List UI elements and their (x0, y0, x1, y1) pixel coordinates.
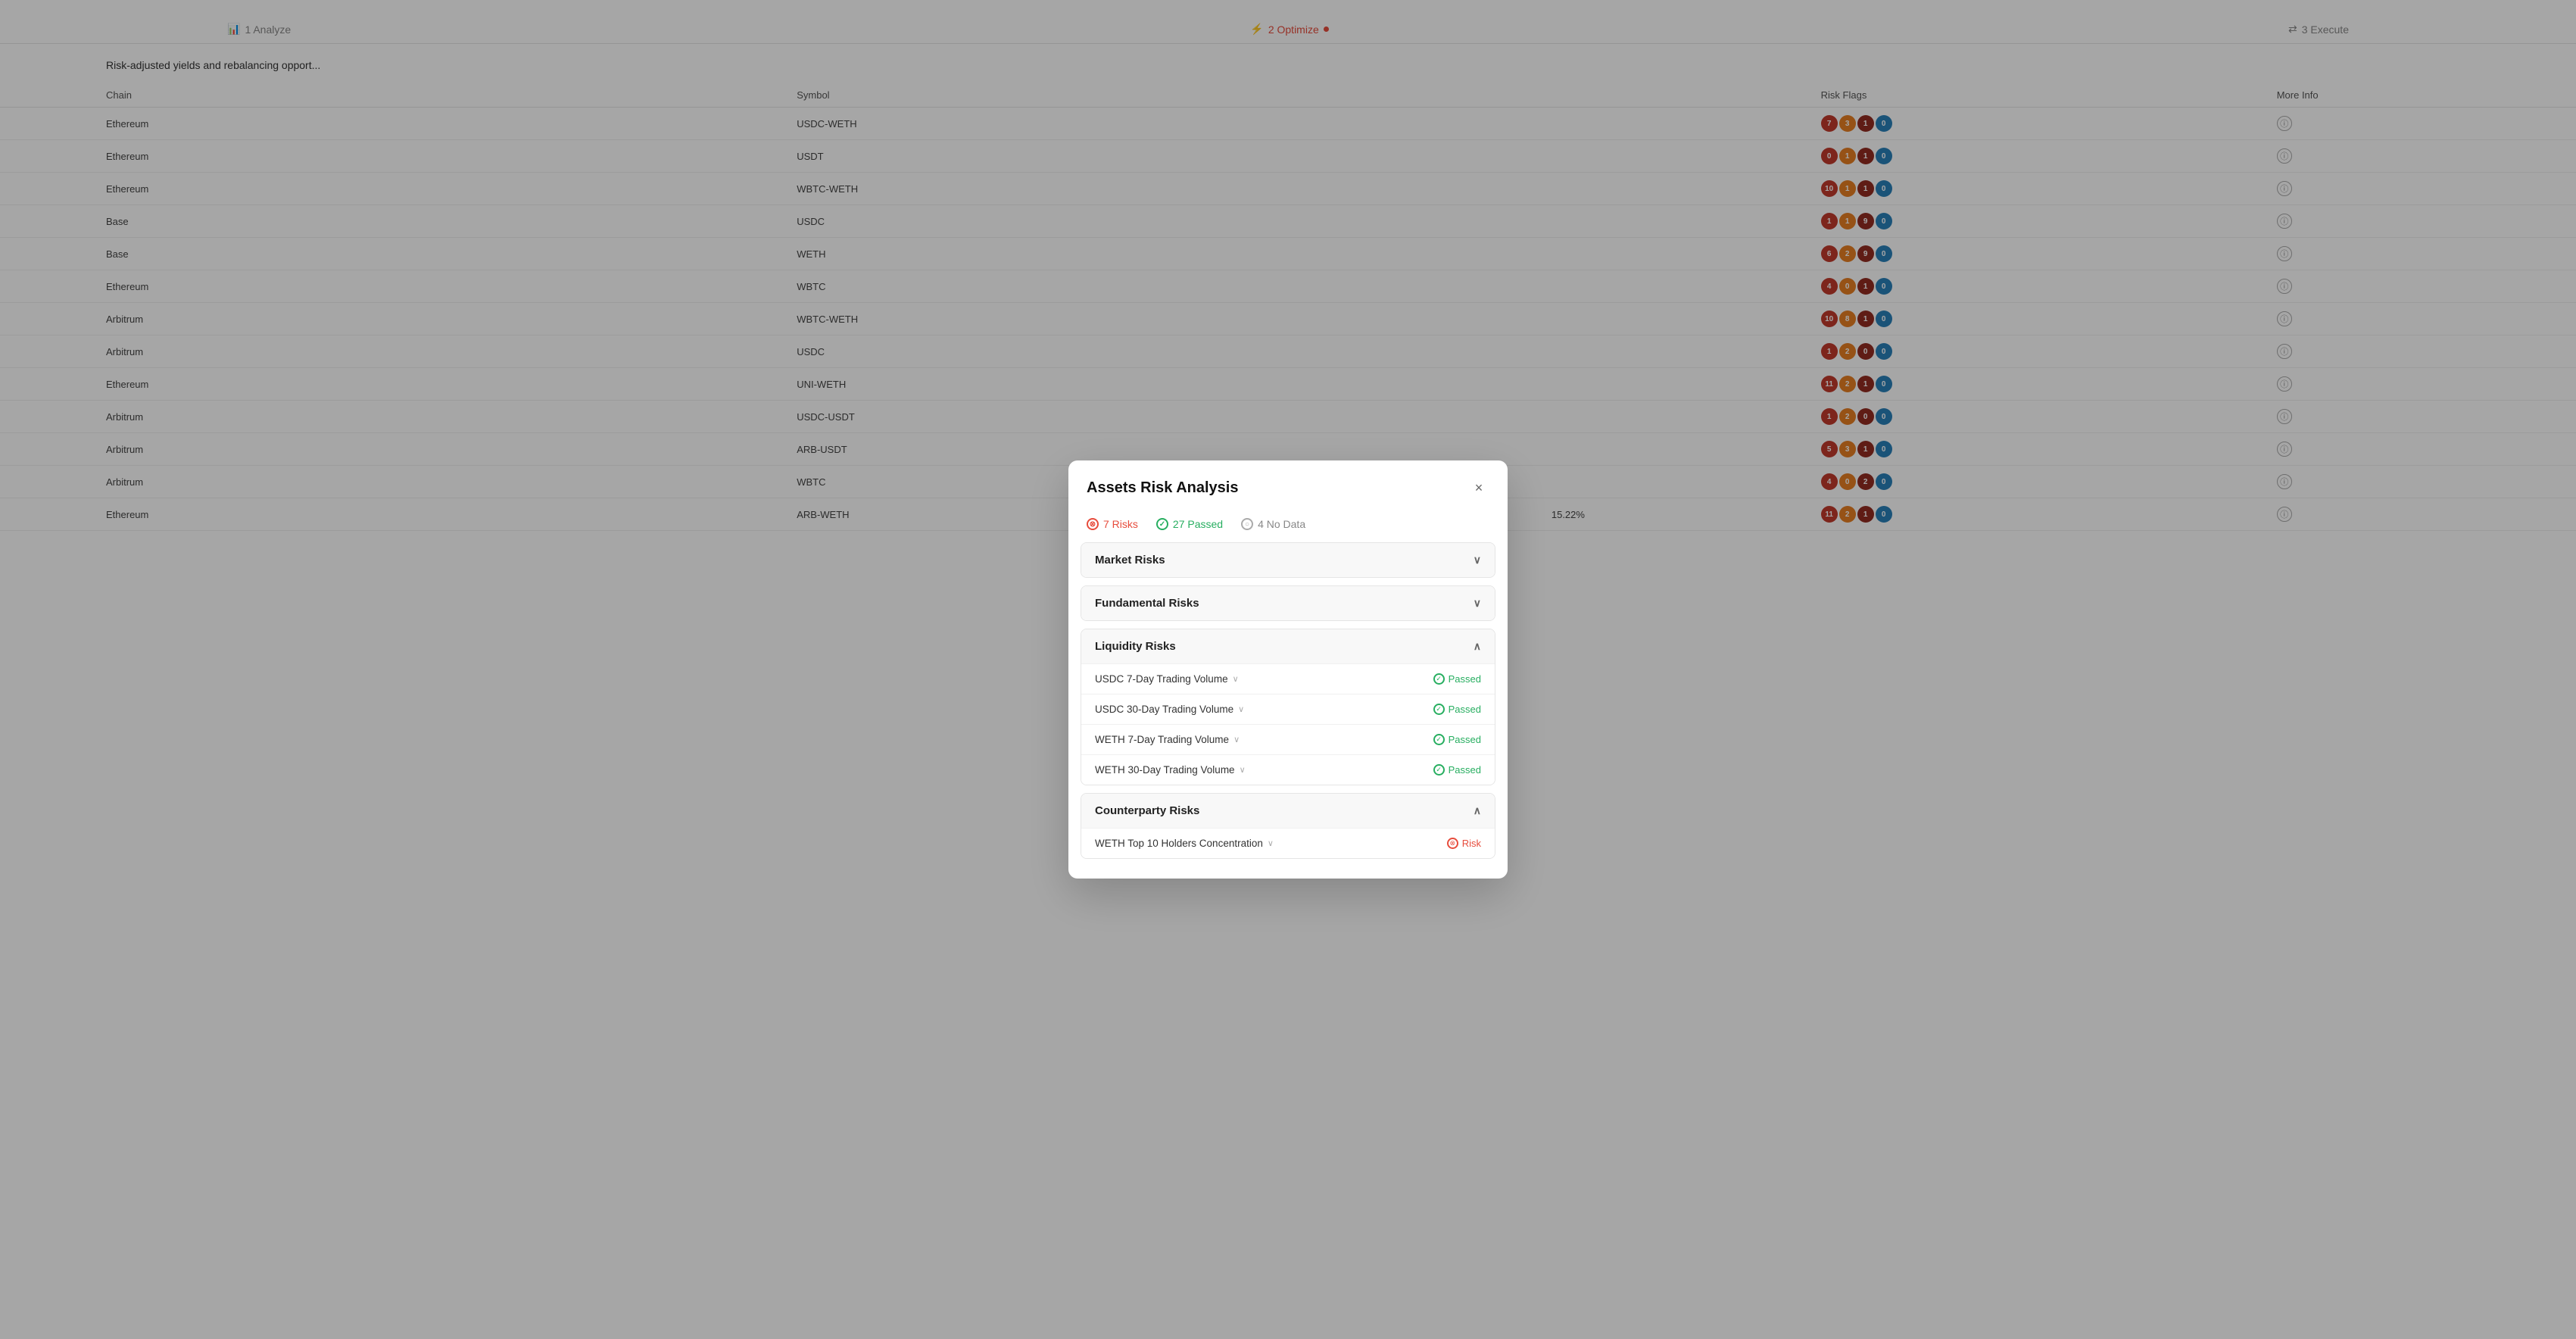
section-header-liquidity[interactable]: Liquidity Risks ∧ (1081, 629, 1495, 663)
status-label: Passed (1449, 734, 1481, 745)
item-expand-icon[interactable]: ∨ (1240, 765, 1246, 775)
nodata-summary: ○ 4 No Data (1241, 518, 1305, 530)
item-status: ⊗ Risk (1447, 838, 1481, 849)
status-icon: ✓ (1433, 704, 1445, 715)
item-expand-icon[interactable]: ∨ (1233, 735, 1240, 744)
modal-close-button[interactable]: × (1468, 477, 1489, 498)
item-status: ✓ Passed (1433, 704, 1481, 715)
status-icon: ✓ (1433, 734, 1445, 745)
section-item: WETH 7-Day Trading Volume ∨ ✓ Passed (1081, 724, 1495, 754)
section-label: Fundamental Risks (1095, 597, 1199, 610)
passed-summary: ✓ 27 Passed (1156, 518, 1223, 530)
item-expand-icon[interactable]: ∨ (1233, 674, 1239, 684)
item-label: WETH 7-Day Trading Volume ∨ (1095, 734, 1240, 745)
section-label: Liquidity Risks (1095, 640, 1176, 653)
risk-analysis-modal: Assets Risk Analysis × ⊗ 7 Risks ✓ 27 Pa… (1068, 460, 1508, 879)
item-text: USDC 30-Day Trading Volume (1095, 704, 1233, 715)
risks-label: 7 Risks (1103, 518, 1138, 530)
modal-title: Assets Risk Analysis (1087, 479, 1238, 497)
risks-summary: ⊗ 7 Risks (1087, 518, 1138, 530)
section-label: Market Risks (1095, 554, 1165, 566)
item-status: ✓ Passed (1433, 764, 1481, 776)
section-label: Counterparty Risks (1095, 804, 1199, 817)
status-icon: ✓ (1433, 764, 1445, 776)
status-label: Passed (1449, 704, 1481, 715)
item-status: ✓ Passed (1433, 673, 1481, 685)
item-text: USDC 7-Day Trading Volume (1095, 673, 1228, 685)
item-label: USDC 7-Day Trading Volume ∨ (1095, 673, 1239, 685)
item-text: WETH 30-Day Trading Volume (1095, 764, 1235, 776)
section-liquidity: Liquidity Risks ∧ USDC 7-Day Trading Vol… (1081, 629, 1495, 785)
passed-label: 27 Passed (1173, 518, 1223, 530)
item-label: WETH 30-Day Trading Volume ∨ (1095, 764, 1246, 776)
status-icon: ⊗ (1447, 838, 1458, 849)
section-item: USDC 30-Day Trading Volume ∨ ✓ Passed (1081, 694, 1495, 724)
item-status: ✓ Passed (1433, 734, 1481, 745)
risk-icon: ⊗ (1087, 518, 1099, 530)
chevron-icon: ∧ (1474, 804, 1481, 817)
status-label: Passed (1449, 673, 1481, 685)
status-label: Risk (1462, 838, 1481, 849)
section-items: USDC 7-Day Trading Volume ∨ ✓ Passed USD… (1081, 663, 1495, 785)
section-item: WETH Top 10 Holders Concentration ∨ ⊗ Ri… (1081, 828, 1495, 858)
status-label: Passed (1449, 764, 1481, 776)
section-item: USDC 7-Day Trading Volume ∨ ✓ Passed (1081, 663, 1495, 694)
item-text: WETH Top 10 Holders Concentration (1095, 838, 1263, 849)
chevron-icon: ∧ (1474, 640, 1481, 653)
item-text: WETH 7-Day Trading Volume (1095, 734, 1229, 745)
modal-summary: ⊗ 7 Risks ✓ 27 Passed ○ 4 No Data (1068, 510, 1508, 542)
chevron-icon: ∨ (1474, 597, 1481, 610)
modal-overlay: Assets Risk Analysis × ⊗ 7 Risks ✓ 27 Pa… (0, 0, 2576, 1339)
status-icon: ✓ (1433, 673, 1445, 685)
section-counterparty: Counterparty Risks ∧ WETH Top 10 Holders… (1081, 793, 1495, 859)
chevron-icon: ∨ (1474, 554, 1481, 566)
section-market: Market Risks ∨ (1081, 542, 1495, 578)
nodata-label: 4 No Data (1258, 518, 1305, 530)
item-label: WETH Top 10 Holders Concentration ∨ (1095, 838, 1274, 849)
item-expand-icon[interactable]: ∨ (1268, 838, 1274, 848)
section-item: WETH 30-Day Trading Volume ∨ ✓ Passed (1081, 754, 1495, 785)
pass-icon: ✓ (1156, 518, 1168, 530)
modal-header: Assets Risk Analysis × (1068, 460, 1508, 510)
modal-body: Market Risks ∨ Fundamental Risks ∨ Liqui… (1068, 542, 1508, 879)
item-label: USDC 30-Day Trading Volume ∨ (1095, 704, 1244, 715)
section-header-market[interactable]: Market Risks ∨ (1081, 543, 1495, 577)
section-header-fundamental[interactable]: Fundamental Risks ∨ (1081, 586, 1495, 620)
section-fundamental: Fundamental Risks ∨ (1081, 585, 1495, 621)
item-expand-icon[interactable]: ∨ (1238, 704, 1244, 714)
section-header-counterparty[interactable]: Counterparty Risks ∧ (1081, 794, 1495, 828)
section-items: WETH Top 10 Holders Concentration ∨ ⊗ Ri… (1081, 828, 1495, 858)
nodata-icon: ○ (1241, 518, 1253, 530)
